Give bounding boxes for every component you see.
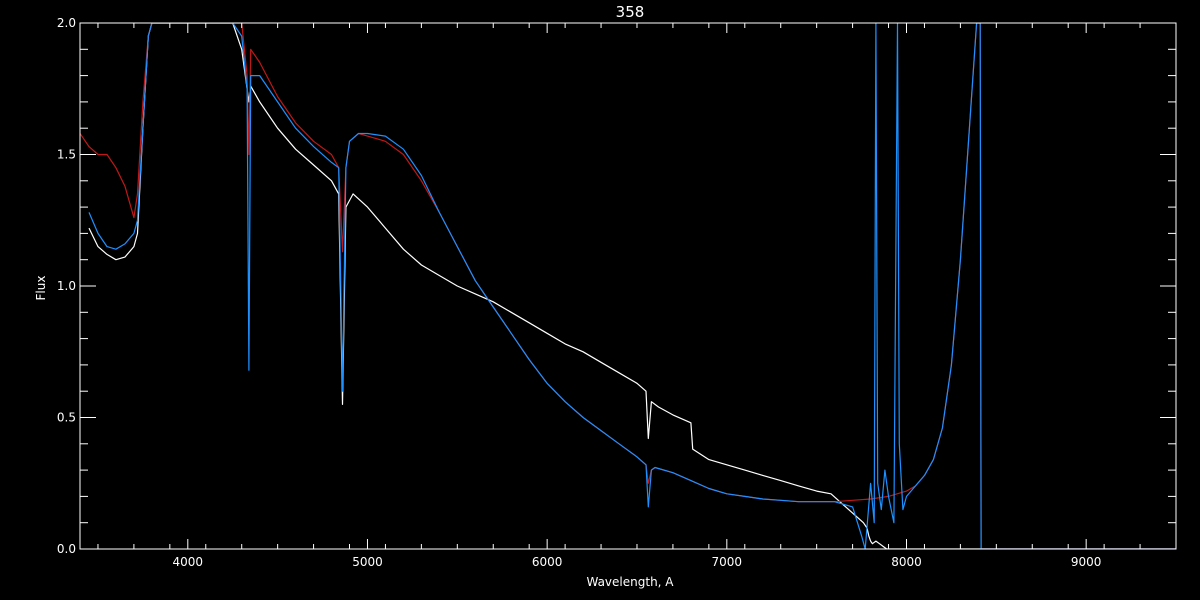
chart-title: 358 [616,3,645,21]
x-tick-label: 4000 [173,555,204,569]
y-tick-label: 0.5 [57,411,76,425]
y-tick-label: 2.0 [57,16,76,30]
x-tick-label: 7000 [712,555,743,569]
y-axis-title: Flux [34,276,48,301]
y-tick-label: 1.5 [57,148,76,162]
y-tick-label: 1.0 [57,279,76,293]
x-axis-title: Wavelength, A [586,575,674,589]
x-tick-label: 6000 [532,555,563,569]
spectrum-chart: 358 4000 5000 6000 7000 8000 9000 0.0 0.5 1.0 1.5… [0,0,1200,600]
x-tick-label: 5000 [352,555,383,569]
x-tick-label: 9000 [1071,555,1102,569]
chart-background [0,0,1200,600]
y-tick-label: 0.0 [57,542,76,556]
x-tick-label: 8000 [891,555,922,569]
